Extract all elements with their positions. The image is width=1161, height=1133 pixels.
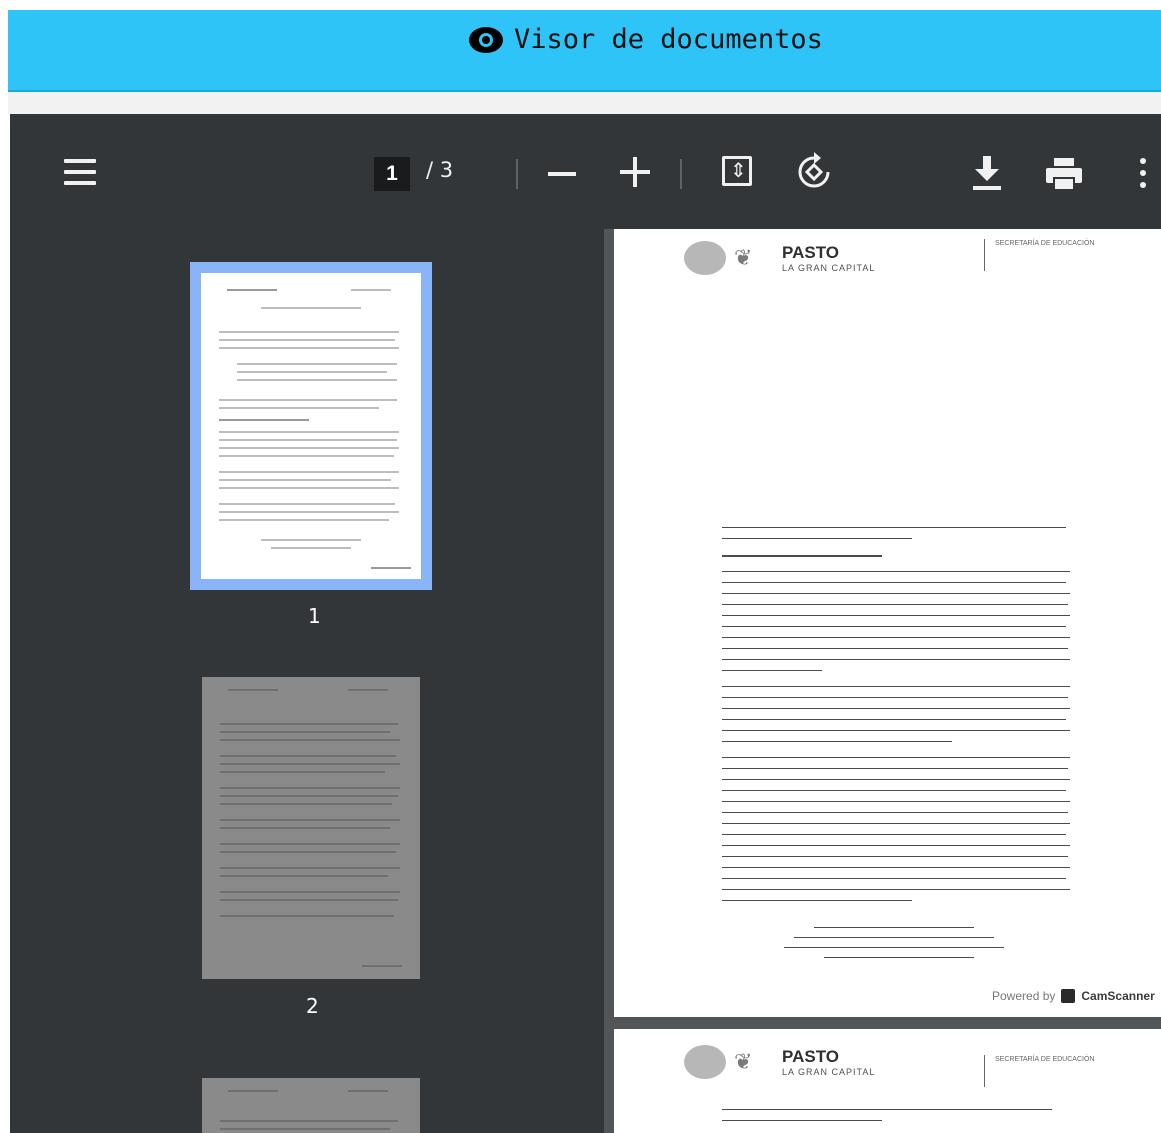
app-header: Visor de documentos [8, 10, 1161, 92]
document-logo: ❦ PASTO LA GRAN CAPITAL [684, 241, 875, 275]
secretaria-label: SECRETARÍA DE EDUCACIÓN [984, 1055, 1105, 1087]
header-title-text: Visor de documentos [514, 24, 823, 55]
logo-text: PASTO [782, 243, 839, 262]
pdf-viewer: 1 / 3 ⇕ 1 2 ❦ PASTO LA GRAN CAPITAL SECR… [10, 114, 1161, 1133]
camscanner-icon [1061, 989, 1076, 1003]
thumbnail-label: 2 [306, 994, 319, 1018]
hamburger-icon[interactable] [64, 159, 96, 185]
seal-icon [684, 241, 726, 275]
leaf-icon: ❦ [734, 245, 753, 270]
camscanner-text: CamScanner [1081, 989, 1155, 1003]
seal-icon [684, 1045, 726, 1079]
total-pages: 3 [439, 158, 454, 182]
header-title: Visor de documentos [468, 24, 823, 55]
toolbar-divider [680, 159, 682, 189]
thumbnail-3[interactable] [202, 1078, 420, 1133]
rotate-icon[interactable] [794, 152, 834, 192]
thumbnail-page-1 [201, 273, 421, 579]
download-icon[interactable] [972, 156, 1002, 190]
powered-by: Powered by CamScanner [992, 989, 1155, 1003]
current-page-input[interactable]: 1 [374, 157, 410, 191]
fit-page-icon[interactable] [722, 156, 752, 186]
thumbnail-1[interactable] [190, 262, 432, 590]
document-page-1: ❦ PASTO LA GRAN CAPITAL SECRETARÍA DE ED… [614, 229, 1161, 1017]
logo-subtext: LA GRAN CAPITAL [782, 1067, 876, 1077]
secretaria-label: SECRETARÍA DE EDUCACIÓN [984, 239, 1105, 271]
document-page-2: ❦ PASTO LA GRAN CAPITAL SECRETARÍA DE ED… [614, 1029, 1161, 1133]
thumbnail-2[interactable] [202, 677, 420, 979]
header-separator [8, 92, 1161, 114]
plus-icon[interactable] [620, 157, 650, 187]
eye-icon [469, 26, 503, 53]
logo-subtext: LA GRAN CAPITAL [782, 263, 876, 273]
powered-by-text: Powered by [992, 989, 1056, 1003]
leaf-icon: ❦ [734, 1049, 753, 1074]
more-vertical-icon[interactable] [1140, 158, 1148, 190]
pdf-toolbar: 1 / 3 [10, 114, 1161, 229]
print-icon[interactable] [1046, 158, 1082, 190]
page-total: / 3 [426, 158, 453, 182]
document-logo: ❦ PASTO LA GRAN CAPITAL [684, 1045, 875, 1079]
thumbnail-label: 1 [308, 604, 321, 628]
toolbar-divider [516, 159, 518, 189]
minus-icon[interactable] [548, 172, 576, 176]
logo-text: PASTO [782, 1047, 839, 1066]
page-separator: / [426, 158, 434, 182]
